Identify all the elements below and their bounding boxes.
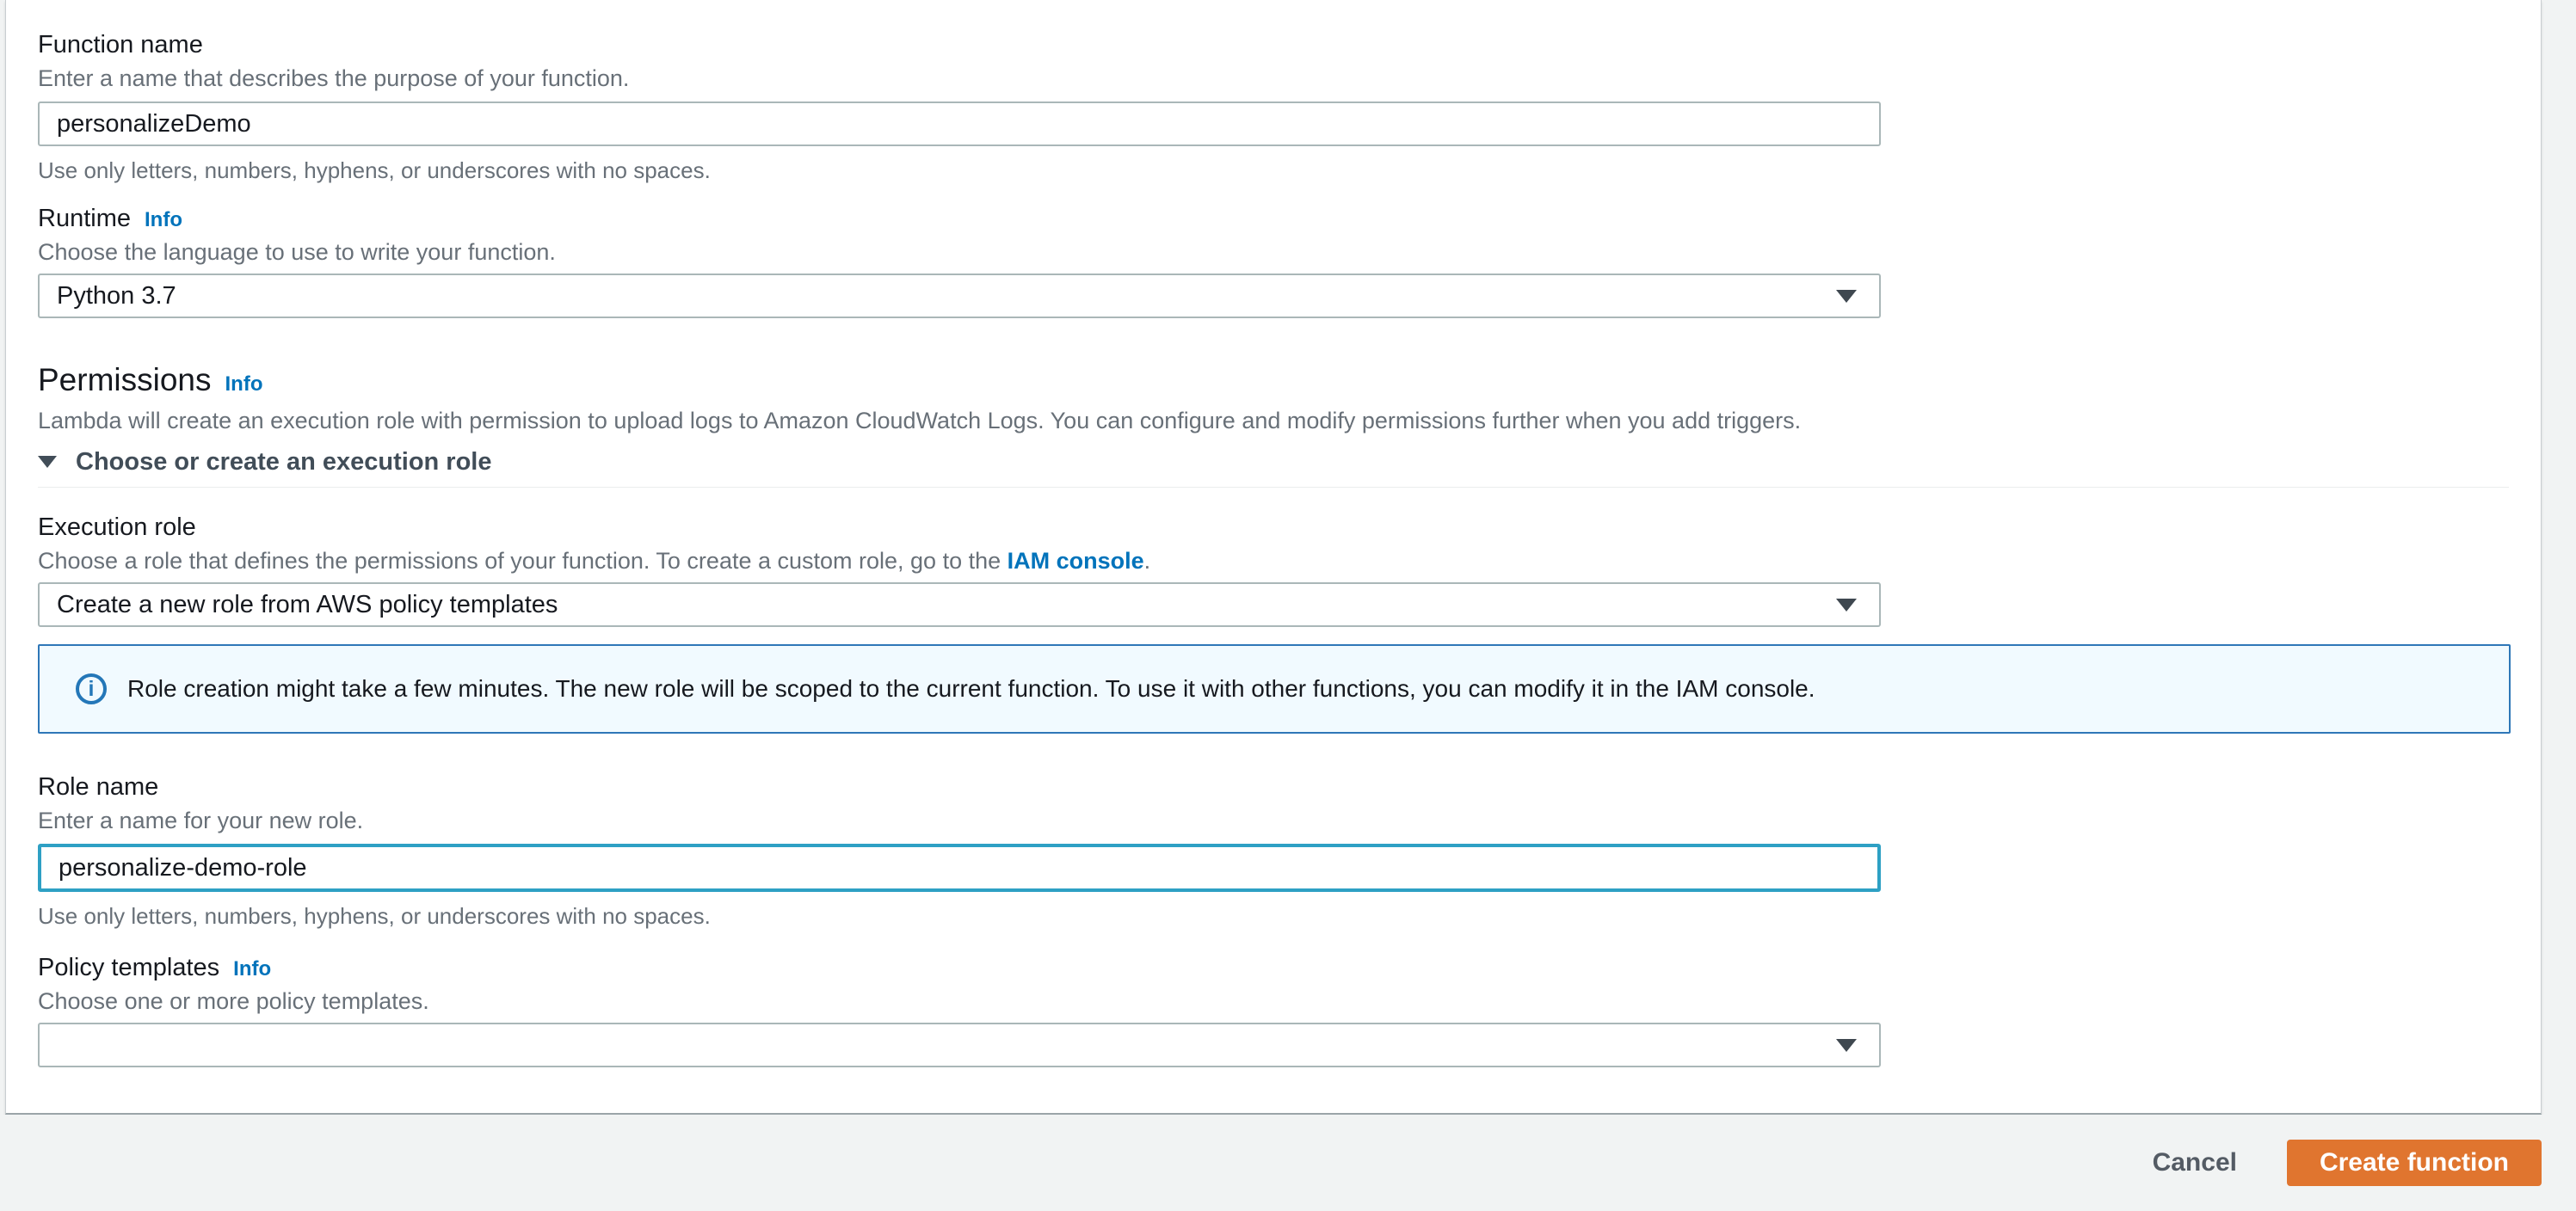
policy-templates-info-link[interactable]: Info bbox=[233, 957, 271, 981]
permissions-heading: Permissions bbox=[38, 362, 212, 397]
function-name-label: Function name bbox=[38, 31, 203, 58]
runtime-description: Choose the language to use to write your… bbox=[38, 239, 556, 265]
function-name-description: Enter a name that describes the purpose … bbox=[38, 65, 630, 91]
iam-console-link[interactable]: IAM console bbox=[1008, 548, 1144, 574]
execution-role-description-text: Choose a role that defines the permissio… bbox=[38, 548, 1008, 574]
footer-action-bar: Cancel Create function bbox=[0, 1115, 2576, 1211]
create-function-panel: Function name Enter a name that describe… bbox=[5, 0, 2542, 1115]
chevron-down-icon bbox=[1836, 1038, 1857, 1052]
execution-role-description: Choose a role that defines the permissio… bbox=[38, 546, 2509, 575]
policy-templates-label: Policy templates bbox=[38, 954, 220, 981]
runtime-select[interactable]: Python 3.7 bbox=[38, 274, 1881, 318]
role-name-constraint: Use only letters, numbers, hyphens, or u… bbox=[38, 903, 711, 929]
role-name-label: Role name bbox=[38, 773, 159, 801]
runtime-label: Runtime bbox=[38, 205, 131, 232]
execution-role-field: Execution role Choose a role that define… bbox=[38, 512, 2509, 627]
triangle-down-icon bbox=[38, 456, 57, 468]
cancel-button[interactable]: Cancel bbox=[2153, 1148, 2237, 1177]
function-name-input[interactable] bbox=[38, 101, 1881, 146]
chevron-down-icon bbox=[1836, 598, 1857, 612]
execution-role-select[interactable]: Create a new role from AWS policy templa… bbox=[38, 582, 1881, 627]
create-function-button[interactable]: Create function bbox=[2286, 1140, 2542, 1186]
permissions-section: Permissions Info Lambda will create an e… bbox=[38, 361, 2509, 488]
info-icon: i bbox=[76, 673, 107, 704]
role-name-input[interactable] bbox=[38, 844, 1881, 892]
role-creation-alert: i Role creation might take a few minutes… bbox=[38, 644, 2511, 734]
execution-role-expander-label: Choose or create an execution role bbox=[76, 448, 492, 476]
permissions-info-link[interactable]: Info bbox=[225, 372, 263, 396]
chevron-down-icon bbox=[1836, 289, 1857, 303]
execution-role-description-period: . bbox=[1143, 548, 1151, 574]
execution-role-expander[interactable]: Choose or create an execution role bbox=[38, 447, 2509, 476]
function-name-field: Function name Enter a name that describe… bbox=[38, 29, 2509, 184]
runtime-field: Runtime Info Choose the language to use … bbox=[38, 203, 2509, 318]
role-creation-alert-text: Role creation might take a few minutes. … bbox=[127, 675, 1815, 702]
execution-role-label: Execution role bbox=[38, 513, 196, 541]
permissions-description: Lambda will create an execution role wit… bbox=[38, 408, 1802, 433]
section-divider bbox=[38, 487, 2509, 488]
runtime-info-link[interactable]: Info bbox=[145, 208, 182, 232]
role-name-field: Role name Enter a name for your new role… bbox=[38, 771, 2509, 930]
execution-role-selected-value: Create a new role from AWS policy templa… bbox=[57, 590, 558, 618]
policy-templates-description: Choose one or more policy templates. bbox=[38, 988, 429, 1014]
policy-templates-select[interactable] bbox=[38, 1023, 1881, 1067]
role-name-description: Enter a name for your new role. bbox=[38, 808, 364, 833]
runtime-selected-value: Python 3.7 bbox=[57, 281, 176, 310]
policy-templates-field: Policy templates Info Choose one or more… bbox=[38, 952, 2509, 1067]
function-name-constraint: Use only letters, numbers, hyphens, or u… bbox=[38, 157, 711, 183]
